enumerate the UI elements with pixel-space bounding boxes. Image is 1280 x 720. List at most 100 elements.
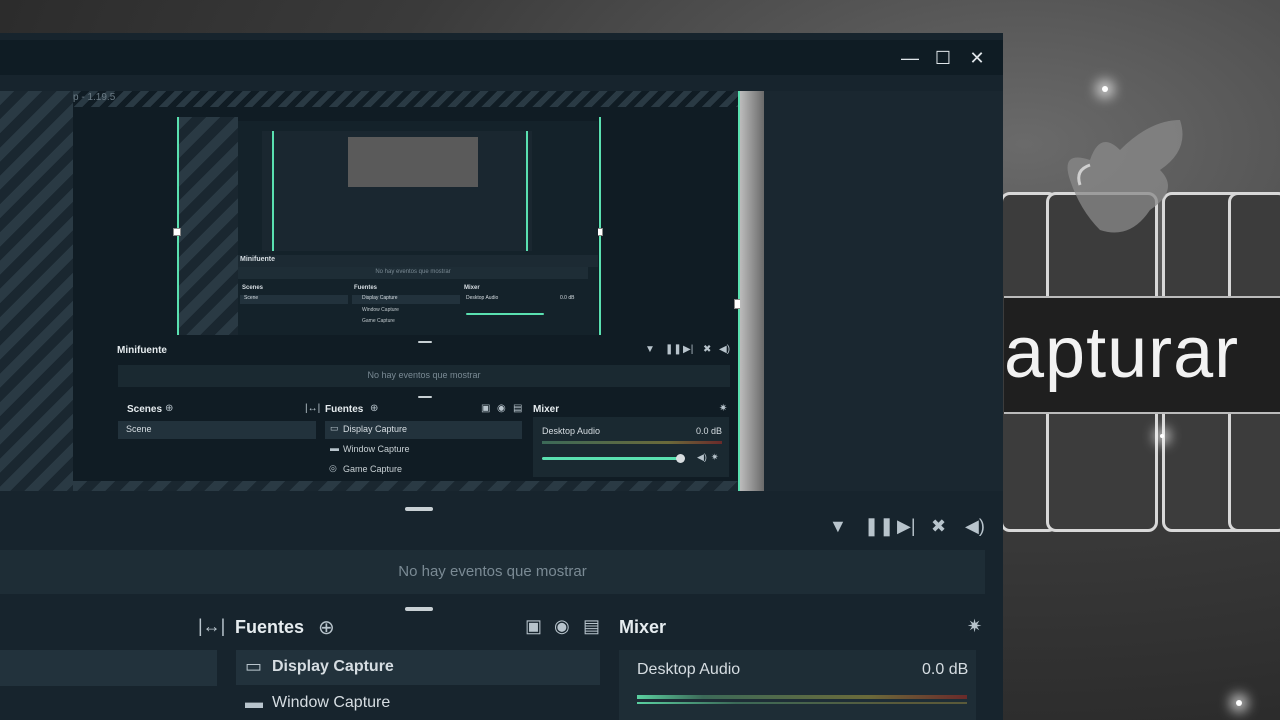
add-scene-icon[interactable]: ⊕: [165, 403, 173, 414]
dragon-image: [1067, 120, 1183, 233]
monitor-icon: ▭: [245, 656, 263, 676]
filter-icon[interactable]: ▼: [829, 516, 847, 537]
dock-grip[interactable]: [418, 341, 432, 343]
source-item-label: Display Capture: [272, 658, 394, 675]
preview-hatch: [0, 91, 73, 491]
nested-title-bar: p - 1.19.5: [73, 91, 738, 107]
nested-title: p - 1.19.5: [73, 92, 116, 103]
gear-icon[interactable]: ✷: [967, 616, 982, 637]
dock-icon[interactable]: |↔|: [305, 403, 320, 414]
scenes-label: Scenes: [127, 404, 163, 415]
obs-window: — ☐ ✕ p - 1.19.5 Minifuente No hay event…: [0, 33, 1003, 720]
audio-level: 0.0 dB: [696, 426, 723, 436]
inner-audio-name: Desktop Audio: [466, 295, 499, 301]
no-events-text: No hay eventos que mostrar: [398, 563, 587, 580]
sparkle: [1102, 86, 1108, 92]
mute-notifications-icon[interactable]: ✖: [703, 344, 711, 355]
filter-icon[interactable]: ▼: [645, 344, 655, 355]
inner-fuentes-label: Fuentes: [354, 285, 378, 291]
inner-minifuente-bar: Minifuente: [238, 255, 598, 267]
gamepad-icon: ◎: [329, 463, 337, 473]
inner-volume-slider[interactable]: [466, 313, 544, 315]
source-item-game[interactable]: Game Capture: [343, 464, 402, 474]
inner-source-label: Display Capture: [362, 295, 398, 301]
add-source-icon[interactable]: ⊕: [370, 403, 378, 414]
audio-level: 0.0 dB: [922, 661, 969, 678]
inner-scenes-label: Scenes: [242, 285, 264, 291]
camera-icon[interactable]: ◉: [554, 616, 570, 637]
audio-meter: [637, 695, 967, 699]
window-icon: ▬: [330, 443, 339, 453]
inner-events-box: No hay eventos que mostrar: [238, 267, 588, 279]
minimize-icon[interactable]: —: [900, 48, 920, 68]
scene-item-label: Scene: [126, 424, 152, 434]
inner-source-label: Game Capture: [362, 318, 395, 324]
minifuente-label: Minifuente: [117, 345, 167, 356]
dock-grip[interactable]: [405, 507, 433, 511]
pause-icon[interactable]: ❚❚: [665, 344, 682, 355]
mute-notifications-icon[interactable]: ✖: [931, 516, 946, 537]
source-item-display[interactable]: Display Capture: [325, 421, 522, 439]
inner-source-label: Window Capture: [362, 307, 399, 313]
sparkle: [1236, 700, 1242, 706]
folder-icon[interactable]: ▤: [583, 616, 600, 637]
skip-icon[interactable]: ▶|: [897, 516, 916, 537]
window-icon: ▬: [245, 692, 263, 712]
dock-icon[interactable]: |↔|: [198, 616, 225, 637]
camera-icon[interactable]: ◉: [497, 403, 506, 414]
audio-meter: [542, 441, 722, 444]
volume-slider[interactable]: [542, 457, 680, 460]
inner-mixer-label: Mixer: [464, 285, 480, 291]
source-item-label: Display Capture: [343, 424, 408, 434]
volume-icon[interactable]: ◀): [719, 344, 730, 355]
resize-handle[interactable]: [173, 228, 181, 236]
audio-name: Desktop Audio: [542, 426, 601, 436]
nested-hatch: [178, 117, 238, 335]
fuentes-label: Fuentes: [325, 404, 364, 415]
close-icon[interactable]: ✕: [967, 48, 987, 68]
nested-obs-preview: p - 1.19.5 Minifuente No hay eventos que…: [73, 91, 738, 491]
inner-no-events: No hay eventos que mostrar: [375, 269, 451, 275]
source-item-display[interactable]: Display Capture: [236, 650, 600, 685]
no-events-text: No hay eventos que mostrar: [367, 370, 481, 380]
source-item-window[interactable]: Window Capture: [343, 444, 410, 454]
volume-knob[interactable]: [676, 454, 685, 463]
add-source-icon[interactable]: ⊕: [318, 615, 335, 640]
scene-item[interactable]: Scene: [118, 421, 316, 439]
maximize-icon[interactable]: ☐: [933, 48, 953, 68]
gear-icon[interactable]: ✷: [719, 403, 727, 414]
mixer-label: Mixer: [533, 404, 560, 415]
events-box: No hay eventos que mostrar: [118, 365, 730, 387]
inner-scene-label: Scene: [244, 295, 259, 301]
scene-item[interactable]: [0, 650, 217, 686]
pause-icon[interactable]: ❚❚: [864, 516, 894, 537]
mixer-label: Mixer: [619, 617, 667, 637]
audio-meter: [637, 702, 967, 704]
volume-icon[interactable]: ◀): [965, 516, 985, 537]
bg-banner: apturar: [1004, 296, 1280, 414]
dock-grip[interactable]: [405, 607, 433, 611]
events-box: No hay eventos que mostrar: [0, 550, 985, 594]
inner-audio-level: 0.0 dB: [560, 295, 575, 301]
preview-area[interactable]: p - 1.19.5 Minifuente No hay eventos que…: [0, 91, 1003, 491]
source-item-window[interactable]: Window Capture: [272, 694, 390, 712]
sparkle: [1160, 434, 1164, 438]
inner-minifuente-label: Minifuente: [240, 256, 275, 263]
audio-name: Desktop Audio: [637, 661, 741, 678]
capture-icon[interactable]: ▣: [481, 403, 490, 414]
inner-source-item[interactable]: Display Capture: [352, 295, 460, 304]
minifuente-bar: Minifuente ▼ ❚❚ ▶| ✖ ◀): [113, 343, 730, 361]
dock-grip[interactable]: [418, 396, 432, 398]
gear-icon[interactable]: ✷: [711, 452, 719, 463]
capture-icon[interactable]: ▣: [525, 616, 542, 637]
inner-preview: Minifuente No hay eventos que mostrar Sc…: [238, 121, 598, 335]
inner-scene-item[interactable]: Scene: [240, 295, 348, 304]
folder-icon[interactable]: ▤: [513, 403, 522, 414]
monitor-icon: ▭: [330, 423, 339, 433]
selection-border: [177, 117, 179, 335]
skip-icon[interactable]: ▶|: [683, 344, 693, 355]
selection-border: [272, 131, 274, 251]
speaker-icon[interactable]: ◀): [697, 452, 707, 463]
selection-border: [599, 117, 601, 335]
nested-hatch: [73, 481, 738, 491]
